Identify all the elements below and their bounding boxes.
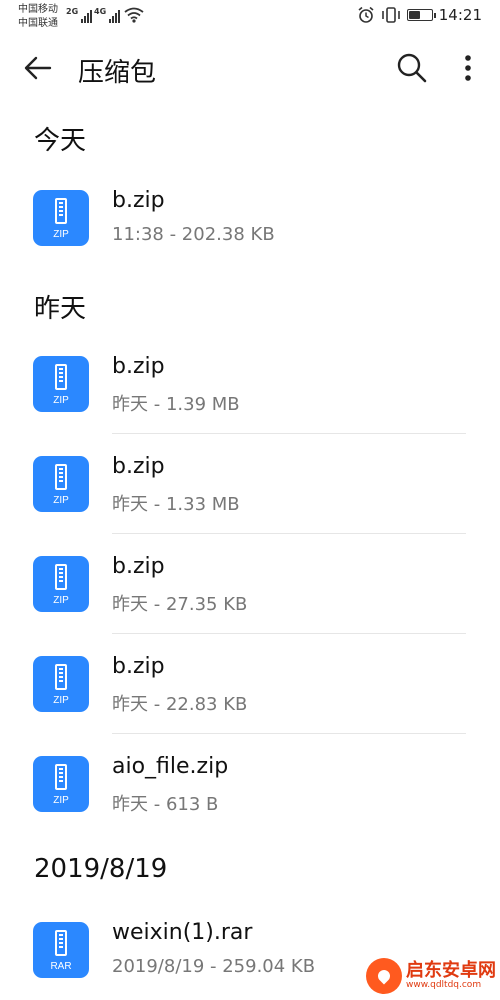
section-header-date: 2019/8/19 — [34, 854, 168, 884]
section-header-today: 今天 — [34, 126, 87, 156]
file-name: b.zip — [112, 188, 165, 213]
file-name: weixin(1).rar — [112, 920, 253, 945]
back-button[interactable] — [18, 50, 58, 86]
vibrate-icon — [381, 7, 400, 23]
list-item[interactable]: ZIP b.zip 11:38 - 202.38 KB — [0, 168, 500, 268]
zip-file-icon: ZIP — [33, 756, 89, 812]
file-name: b.zip — [112, 554, 165, 579]
watermark-logo-icon — [366, 958, 402, 994]
file-meta: 昨天 - 27.35 KB — [112, 594, 248, 615]
file-name: b.zip — [112, 354, 165, 379]
more-options-button[interactable] — [452, 50, 484, 86]
list-item[interactable]: ZIP b.zip 昨天 - 1.33 MB — [0, 434, 500, 534]
watermark-url: www.qdltdq.com — [406, 979, 482, 990]
file-name: b.zip — [112, 654, 165, 679]
list-item[interactable]: ZIP aio_file.zip 昨天 - 613 B — [0, 734, 500, 834]
file-name: aio_file.zip — [112, 754, 229, 779]
alarm-icon — [358, 6, 374, 23]
file-meta: 2019/8/19 - 259.04 KB — [112, 956, 316, 977]
search-button[interactable] — [392, 50, 432, 86]
network-type-2: 4G — [94, 7, 107, 16]
network-type-1: 2G — [66, 7, 79, 16]
watermark: 启东安卓网 www.qdltdq.com — [366, 958, 496, 994]
carrier-2: 中国联通 — [18, 18, 58, 29]
signal-2-icon: 4G — [94, 7, 121, 23]
signal-1-icon: 2G — [66, 7, 93, 23]
app-bar: 压缩包 — [0, 36, 500, 100]
arrow-left-icon — [24, 56, 52, 80]
clock: 14:21 — [438, 6, 482, 24]
zip-file-icon: ZIP — [33, 356, 89, 412]
carrier-labels: 中国移动 中国联通 — [18, 3, 58, 31]
list-item[interactable]: ZIP b.zip 昨天 - 1.39 MB — [0, 334, 500, 434]
section-header-yesterday: 昨天 — [34, 294, 87, 324]
file-meta: 昨天 - 22.83 KB — [112, 694, 248, 715]
zip-file-icon: ZIP — [33, 456, 89, 512]
zip-file-icon: ZIP — [33, 190, 89, 246]
battery-icon — [406, 9, 436, 21]
file-meta: 昨天 - 613 B — [112, 794, 219, 815]
zip-file-icon: ZIP — [33, 656, 89, 712]
file-meta: 昨天 - 1.39 MB — [112, 394, 240, 415]
file-name: b.zip — [112, 454, 165, 479]
wifi-icon — [124, 7, 144, 23]
list-item[interactable]: ZIP b.zip 昨天 - 27.35 KB — [0, 534, 500, 634]
file-meta: 昨天 - 1.33 MB — [112, 494, 240, 515]
watermark-name: 启东安卓网 — [406, 960, 496, 982]
rar-file-icon: RAR — [33, 922, 89, 978]
status-bar: 中国移动 中国联通 2G 4G 14:21 — [0, 0, 500, 36]
list-item[interactable]: ZIP b.zip 昨天 - 22.83 KB — [0, 634, 500, 734]
zip-file-icon: ZIP — [33, 556, 89, 612]
search-icon — [397, 53, 427, 83]
page-title: 压缩包 — [78, 58, 157, 88]
status-right: 14:21 — [357, 6, 482, 24]
file-meta: 11:38 - 202.38 KB — [112, 224, 275, 245]
carrier-1: 中国移动 — [18, 4, 58, 15]
more-vertical-icon — [465, 55, 471, 81]
